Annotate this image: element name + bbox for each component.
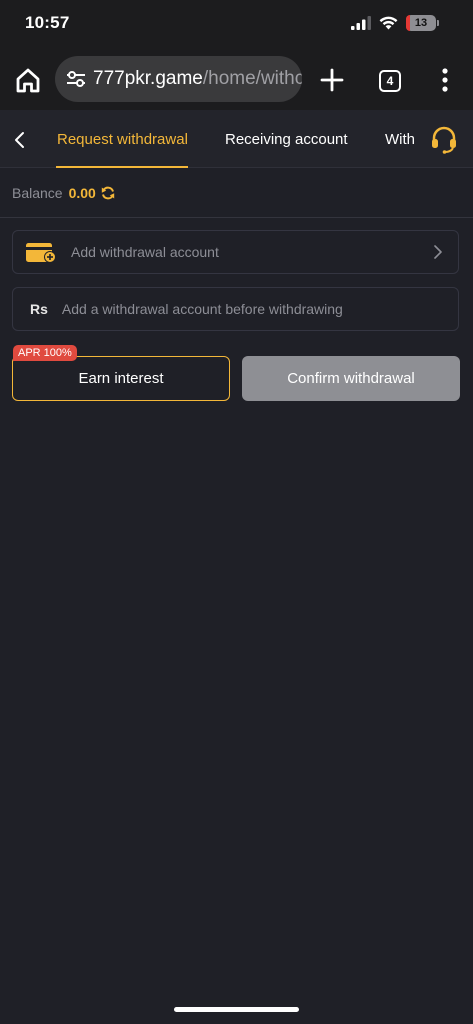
tabs-icon[interactable]: 4 xyxy=(379,70,401,92)
status-icons: 13 xyxy=(351,14,439,32)
add-withdrawal-account-label: Add withdrawal account xyxy=(71,244,219,260)
tune-icon[interactable] xyxy=(65,68,87,90)
withdrawal-amount-placeholder: Add a withdrawal account before withdraw… xyxy=(61,301,343,317)
home-icon[interactable] xyxy=(12,64,44,96)
home-indicator xyxy=(174,1007,299,1012)
tab-request-withdrawal[interactable]: Request withdrawal xyxy=(57,110,188,168)
add-withdrawal-account-row[interactable]: Add withdrawal account xyxy=(12,230,459,274)
earn-interest-button[interactable]: Earn interest xyxy=(12,356,230,401)
status-time: 10:57 xyxy=(25,13,70,32)
withdrawal-amount-field[interactable]: Rs Add a withdrawal account before withd… xyxy=(12,287,459,331)
confirm-withdrawal-button[interactable]: Confirm withdrawal xyxy=(242,356,460,401)
balance-label: Balance xyxy=(12,184,63,201)
battery-level: 13 xyxy=(414,17,428,29)
status-bar: 10:57 13 xyxy=(0,0,473,48)
tab-receiving-account[interactable]: Receiving account xyxy=(225,110,348,168)
refresh-icon[interactable] xyxy=(100,185,116,201)
battery-icon: 13 xyxy=(406,15,436,31)
battery-tip xyxy=(437,20,439,26)
chevron-right-icon xyxy=(434,245,442,259)
currency-symbol: Rs xyxy=(30,301,48,317)
wallet-add-icon xyxy=(26,243,56,263)
signal-icon xyxy=(351,16,371,30)
page-nav-header: Request withdrawal Receiving account Wit… xyxy=(0,110,473,168)
url-text[interactable]: 777pkr.game/home/withc xyxy=(93,68,302,90)
apr-badge: APR 100% xyxy=(13,345,77,361)
balance-value: 0.00 xyxy=(68,184,96,201)
url-domain: 777pkr.game xyxy=(93,68,203,89)
plus-icon[interactable] xyxy=(318,66,346,94)
browser-toolbar: 777pkr.game/home/withc 4 xyxy=(0,48,473,110)
url-path: /home/withc xyxy=(202,68,302,89)
menu-icon[interactable] xyxy=(436,66,454,94)
headset-icon[interactable] xyxy=(429,124,459,154)
tab-withdrawal-records[interactable]: With xyxy=(385,110,415,168)
wifi-icon xyxy=(379,16,398,30)
address-bar[interactable]: 777pkr.game/home/withc xyxy=(55,56,302,102)
back-icon[interactable] xyxy=(10,130,30,150)
balance-row: Balance 0.00 xyxy=(0,168,473,218)
